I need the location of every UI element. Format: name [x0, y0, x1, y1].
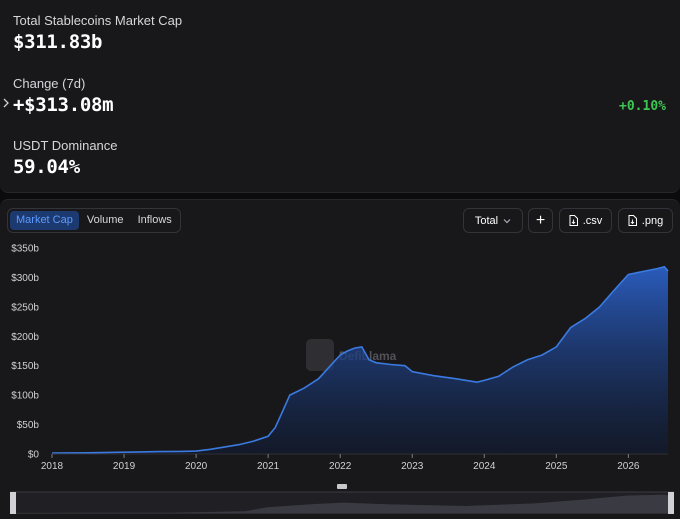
- plus-icon: +: [535, 211, 546, 229]
- y-tick-label: $350b: [11, 244, 39, 255]
- y-tick-label: $300b: [11, 273, 39, 284]
- x-tick-label: 2025: [545, 461, 568, 472]
- chart-panel: DefiLlama $0 $50b $100b $150b $200b $250b $300…: [0, 199, 680, 519]
- x-tick-label: 2021: [257, 461, 280, 472]
- file-icon: [628, 215, 637, 226]
- usdt-dominance-value: 59.04%: [13, 156, 80, 178]
- chevron-right-icon[interactable]: [1, 96, 11, 110]
- change-7d-value: +$313.08m: [13, 94, 114, 116]
- file-icon: [569, 215, 578, 226]
- x-tick-label: 2020: [185, 461, 208, 472]
- y-tick-label: $50b: [17, 420, 40, 431]
- stats-panel: Total Stablecoins Market Cap $311.83b Ch…: [0, 0, 680, 193]
- series-area: [52, 266, 668, 454]
- brush-grip-icon[interactable]: [337, 484, 347, 489]
- change-percent-badge: +0.10%: [619, 99, 666, 114]
- y-tick-label: $150b: [11, 361, 39, 372]
- total-select-label: Total: [474, 214, 499, 227]
- x-tick-label: 2019: [113, 461, 136, 472]
- usdt-dominance-label: USDT Dominance: [13, 138, 118, 153]
- y-tick-label: $200b: [11, 332, 39, 343]
- tab-inflows[interactable]: Inflows: [132, 211, 178, 230]
- x-tick-label: 2026: [617, 461, 640, 472]
- csv-label: .csv: [582, 214, 603, 227]
- chevron-down-icon: [503, 218, 511, 223]
- x-tick-label: 2022: [329, 461, 352, 472]
- png-label: .png: [641, 214, 664, 227]
- y-tick-label: $100b: [11, 391, 39, 402]
- y-tick-label: $0: [28, 450, 40, 461]
- brush-left-handle[interactable]: [10, 492, 16, 514]
- brush-right-handle[interactable]: [668, 492, 674, 514]
- x-tick-label: 2024: [473, 461, 496, 472]
- x-tick-label: 2018: [41, 461, 64, 472]
- market-cap-chart[interactable]: DefiLlama $0$50b$100b$150b$200b$250b$300…: [0, 200, 680, 519]
- download-csv-button[interactable]: .csv: [559, 208, 612, 233]
- tab-market-cap[interactable]: Market Cap: [10, 211, 79, 230]
- tab-volume[interactable]: Volume: [81, 211, 130, 230]
- metric-tabs: Market Cap Volume Inflows: [7, 208, 181, 233]
- range-brush[interactable]: [10, 484, 674, 514]
- total-select[interactable]: Total: [463, 208, 523, 233]
- y-tick-label: $250b: [11, 302, 39, 313]
- total-market-cap-label: Total Stablecoins Market Cap: [13, 13, 183, 28]
- x-tick-label: 2023: [401, 461, 424, 472]
- download-png-button[interactable]: .png: [618, 208, 673, 233]
- add-button[interactable]: +: [528, 208, 553, 233]
- total-market-cap-value: $311.83b: [13, 31, 103, 53]
- change-7d-label: Change (7d): [13, 76, 86, 91]
